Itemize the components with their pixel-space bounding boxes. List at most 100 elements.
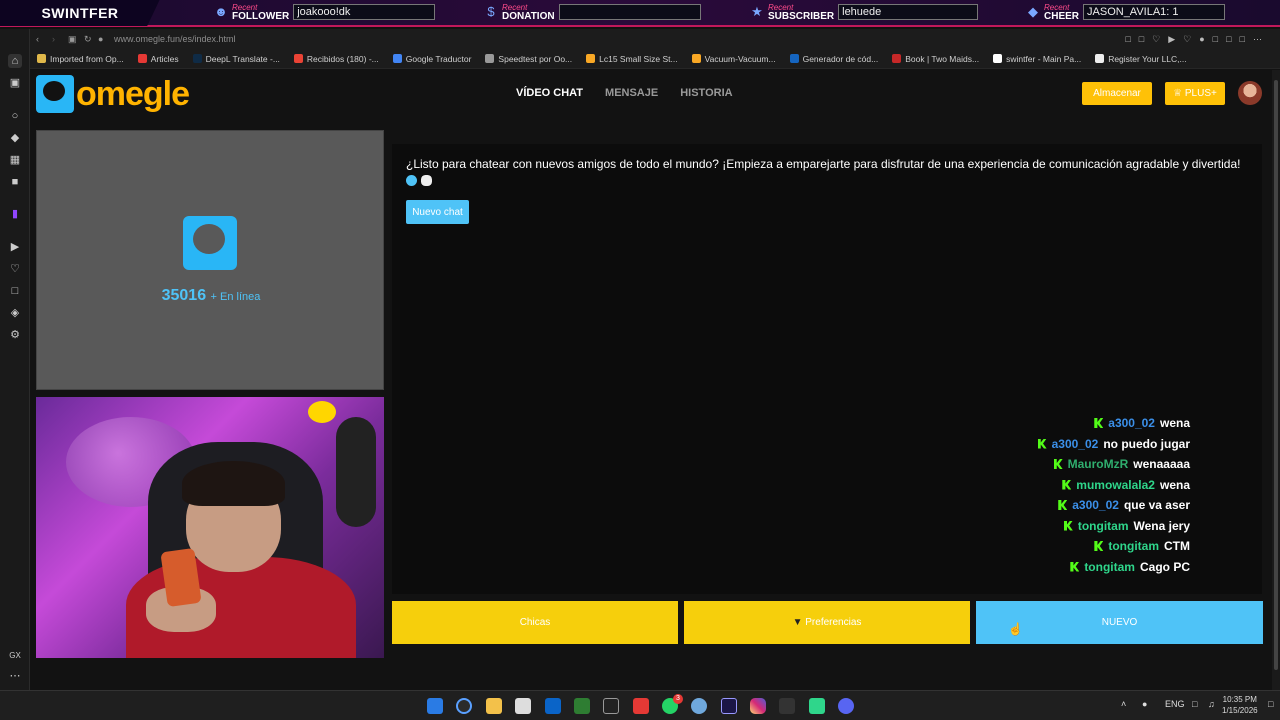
snapshot-icon[interactable]: ▣ — [68, 34, 78, 45]
bookmark-favicon-icon — [691, 54, 701, 63]
bookmark-item[interactable]: Imported from Op... — [30, 54, 131, 64]
nav-message[interactable]: MENSAJE — [605, 87, 658, 99]
language-indicator[interactable]: ENG — [1165, 699, 1185, 709]
lock-icon: ● — [98, 34, 104, 44]
kick-badge-icon — [1058, 500, 1068, 510]
kick-badge-icon — [1094, 418, 1104, 428]
bookmark-item[interactable]: Generador de cód... — [783, 54, 886, 64]
gamepad-icon[interactable]: ▣ — [8, 76, 22, 90]
play-icon[interactable]: ▶ — [8, 240, 22, 254]
heart-icon[interactable]: ♡ — [8, 262, 22, 276]
bookmark-favicon-icon — [586, 54, 596, 63]
chat-message: Cago PC — [1139, 559, 1190, 574]
chat-message: wena — [1159, 477, 1190, 492]
reload-icon[interactable]: ↻ — [84, 34, 94, 45]
girls-button[interactable]: Chicas — [392, 601, 678, 644]
lightning-app-icon[interactable] — [633, 698, 649, 714]
file-explorer-icon[interactable] — [486, 698, 502, 714]
scrollbar-thumb[interactable] — [1274, 80, 1278, 670]
notification-icon[interactable]: □ — [1268, 699, 1273, 709]
online-counter: 35016 + En línea — [37, 287, 385, 305]
online-count: 35016 — [161, 287, 207, 304]
toolbar-extension-icons[interactable]: □□♡▶♡●□□□⋯ — [1125, 34, 1270, 45]
chrome-app-icon[interactable] — [691, 698, 707, 714]
preferences-button[interactable]: ▼ Preferencias — [684, 601, 970, 644]
bookmark-item[interactable]: swintfer - Main Pa... — [986, 54, 1088, 64]
nav-history[interactable]: HISTORIA — [680, 87, 732, 99]
gx-icon[interactable]: GX — [8, 649, 22, 663]
recent-follower: ☻ Recent FOLLOWER joakooo!dk — [214, 3, 436, 22]
start-icon[interactable] — [427, 698, 443, 714]
chat-message: que va aser — [1123, 498, 1190, 512]
twitch-chat-line: a300_02 wena — [1094, 416, 1190, 430]
bookmark-favicon-icon — [1095, 54, 1105, 63]
bookmark-item[interactable]: Recibidos (180) -... — [287, 54, 386, 64]
messenger-icon[interactable]: ○ — [8, 109, 22, 123]
bookmark-label: Recibidos (180) -... — [306, 53, 379, 64]
twitch-chat-line: MauroMzR wenaaaaa — [1053, 457, 1190, 471]
gem-icon: ◆ — [1028, 4, 1038, 19]
bookmark-favicon-icon — [892, 54, 902, 63]
forward-icon[interactable]: › — [52, 34, 62, 44]
app-green-icon[interactable] — [809, 698, 825, 714]
donation-label: DONATION — [502, 11, 555, 22]
chat-username: tongitam — [1084, 559, 1135, 574]
mic-icon[interactable]: ● — [1142, 699, 1147, 709]
store-icon[interactable] — [515, 698, 531, 714]
store-button[interactable]: Almacenar — [1082, 82, 1152, 105]
bookmark-item[interactable]: DeepL Translate -... — [186, 54, 287, 64]
avatar[interactable] — [1238, 81, 1262, 105]
volume-icon[interactable]: ♫ — [1208, 699, 1215, 709]
g-app-icon[interactable] — [603, 698, 619, 714]
follower-value: joakooo!dk — [293, 4, 436, 20]
cube-icon[interactable]: ◈ — [8, 306, 22, 320]
bookmark-label: Speedtest por Oo... — [498, 53, 573, 64]
gear-icon[interactable]: ⚙ — [8, 328, 22, 342]
omegle-logo[interactable]: omegle — [36, 75, 196, 113]
home-icon[interactable]: ⌂ — [8, 54, 22, 68]
system-clock[interactable]: 10:35 PM 1/15/2026 — [1222, 694, 1258, 716]
url-field[interactable]: www.omegle.fun/es/index.html — [114, 34, 236, 44]
bookmark-item[interactable]: Book | Two Maids... — [885, 54, 986, 64]
twitch-icon[interactable]: ▮ — [8, 207, 22, 221]
stream-deck-icon[interactable] — [779, 698, 795, 714]
star-icon: ★ — [751, 4, 763, 19]
chat-message: wenaaaaa — [1133, 457, 1190, 471]
clock-time: 10:35 PM — [1222, 695, 1257, 704]
dollar-icon: $ — [487, 4, 495, 19]
image-icon[interactable]: ▦ — [8, 153, 22, 167]
self-webcam — [36, 397, 384, 658]
premiere-icon[interactable] — [721, 698, 737, 714]
bookmark-item[interactable]: Articles — [131, 54, 186, 64]
notes-icon[interactable]: □ — [8, 284, 22, 298]
recent-donation: $ Recent DONATION — [484, 3, 701, 22]
instagram-icon[interactable] — [750, 698, 766, 714]
bookmark-item[interactable]: Speedtest por Oo... — [478, 54, 579, 64]
shape-icon[interactable]: ◆ — [8, 131, 22, 145]
bookmark-item[interactable]: Lc15 Small Size St... — [579, 54, 684, 64]
page-scrollbar[interactable] — [1272, 70, 1280, 690]
back-icon[interactable]: ‹ — [36, 34, 46, 44]
clock-date: 1/15/2026 — [1222, 706, 1258, 715]
plus-button[interactable]: ♕ PLUS+ — [1165, 82, 1225, 105]
bookmark-label: Google Traductor — [405, 53, 472, 64]
opera-gx-icon[interactable] — [456, 698, 472, 714]
app-icon[interactable] — [574, 698, 590, 714]
bookmark-favicon-icon — [392, 54, 402, 63]
bookmark-favicon-icon — [789, 54, 799, 63]
discord-icon[interactable] — [838, 698, 854, 714]
new-chat-button[interactable]: Nuevo chat — [406, 200, 469, 224]
more-icon[interactable]: ⋯ — [8, 669, 22, 683]
cheer-value: JASON_AVILA1: 1 — [1083, 4, 1226, 20]
nav-video-chat[interactable]: VÍDEO CHAT — [516, 87, 583, 99]
bookmark-label: Articles — [150, 53, 179, 64]
bookmark-item[interactable]: Google Traductor — [386, 54, 479, 64]
outlook-icon[interactable] — [545, 698, 561, 714]
bookmark-label: DeepL Translate -... — [205, 53, 280, 64]
chevron-up-icon[interactable]: ˄ — [1121, 699, 1126, 709]
box-icon[interactable]: ■ — [8, 175, 22, 189]
bookmark-item[interactable]: Register Your LLC,... — [1088, 54, 1193, 64]
bookmark-item[interactable]: Vacuum-Vacuum... — [685, 54, 783, 64]
chat-message: Wena jery — [1133, 518, 1190, 533]
network-icon[interactable]: □ — [1192, 699, 1197, 709]
